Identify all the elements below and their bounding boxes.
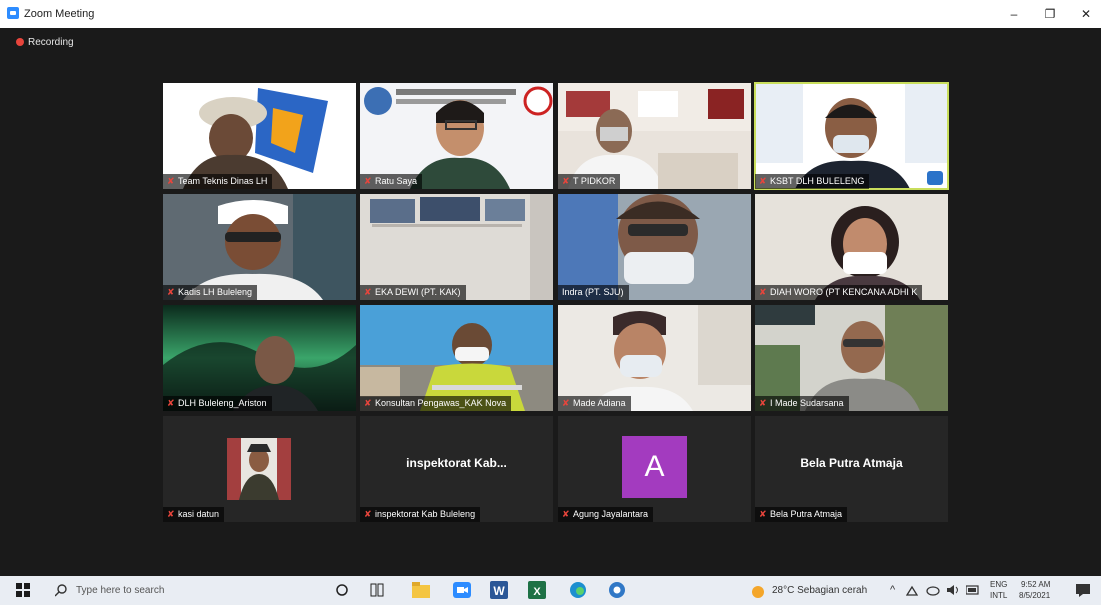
mic-muted-icon: ✘: [167, 176, 175, 186]
participant-name-label: ✘ Bela Putra Atmaja: [755, 507, 848, 522]
zoom-app-icon: [7, 7, 19, 19]
mic-muted-icon: ✘: [167, 509, 175, 519]
windows-start-icon[interactable]: [16, 583, 30, 602]
minimize-button[interactable]: –: [1003, 4, 1025, 24]
task-view-icon[interactable]: [370, 583, 384, 602]
mic-muted-icon: ✘: [364, 398, 372, 408]
participant-display-name: inspektorat Kab...: [406, 456, 507, 470]
clock-date[interactable]: 8/5/2021: [1019, 591, 1050, 600]
participant-tile[interactable]: ✘ Team Teknis Dinas LH: [163, 83, 356, 189]
participant-name-label: ✘ KSBT DLH BULELENG: [755, 174, 870, 189]
participant-initial-avatar: A: [622, 436, 687, 498]
participant-name-label: ✘ Kadis LH Buleleng: [163, 285, 258, 300]
participant-name-label: ✘ Agung Jayalantara: [558, 507, 654, 522]
restore-button[interactable]: ❐: [1039, 4, 1061, 24]
svg-text:W: W: [493, 584, 505, 598]
edge-icon[interactable]: [569, 581, 587, 600]
participant-tile[interactable]: ✘ Kadis LH Buleleng: [163, 194, 356, 300]
participant-name-label: ✘ inspektorat Kab Buleleng: [360, 507, 481, 522]
network-icon[interactable]: [906, 584, 918, 603]
mic-muted-icon: ✘: [759, 398, 767, 408]
participant-tile[interactable]: ✘ Konsultan Pengawas_KAK Nova: [360, 305, 553, 411]
participant-tile[interactable]: ✘ Made Adiana: [558, 305, 751, 411]
taskbar-search-box[interactable]: Type here to search: [76, 585, 164, 596]
mic-muted-icon: ✘: [759, 509, 767, 519]
chrome-icon[interactable]: [608, 581, 626, 600]
profile-picture: [227, 438, 291, 500]
mic-muted-icon: ✘: [759, 176, 767, 186]
participant-tile[interactable]: ✘ DLH Buleleng_Ariston: [163, 305, 356, 411]
volume-icon[interactable]: [946, 584, 960, 603]
record-dot-icon: [16, 38, 24, 46]
mic-muted-icon: ✘: [167, 398, 175, 408]
show-hidden-icons-chevron-icon[interactable]: ^: [890, 584, 895, 596]
recording-indicator: Recording: [16, 37, 74, 48]
participant-tile[interactable]: Bela Putra Atmaja ✘ Bela Putra Atmaja: [755, 416, 948, 522]
participant-tile[interactable]: ✘ Ratu Saya: [360, 83, 553, 189]
file-explorer-icon[interactable]: [412, 582, 430, 601]
svg-text:X: X: [533, 586, 541, 598]
mic-muted-icon: ✘: [364, 509, 372, 519]
zoom-taskbar-icon[interactable]: [453, 582, 471, 601]
cloud-icon[interactable]: [926, 584, 940, 603]
participant-tile[interactable]: ✘ DIAH WORO (PT KENCANA ADHI K: [755, 194, 948, 300]
participant-name-label: ✘ T PIDKOR: [558, 174, 621, 189]
close-button[interactable]: ✕: [1075, 4, 1097, 24]
participant-tile[interactable]: Indra (PT. SJU): [558, 194, 751, 300]
weather-icon: [752, 586, 764, 598]
participant-name-label: ✘ Konsultan Pengawas_KAK Nova: [360, 396, 512, 411]
notifications-icon[interactable]: [1075, 583, 1091, 602]
participant-tile[interactable]: inspektorat Kab... ✘ inspektorat Kab Bule…: [360, 416, 553, 522]
participant-name-label: ✘ EKA DEWI (PT. KAK): [360, 285, 466, 300]
mic-muted-icon: ✘: [562, 509, 570, 519]
mic-muted-icon: ✘: [759, 287, 767, 297]
clock-time[interactable]: 9:52 AM: [1021, 580, 1050, 589]
mic-muted-icon: ✘: [562, 176, 570, 186]
participant-name-label: ✘ DLH Buleleng_Ariston: [163, 396, 272, 411]
recording-label: Recording: [28, 37, 74, 48]
participant-tile[interactable]: ✘ I Made Sudarsana: [755, 305, 948, 411]
participant-name-label: ✘ Ratu Saya: [360, 174, 423, 189]
windows-taskbar: Type here to search W X 28°C Sebagian ce…: [0, 576, 1101, 605]
cortana-icon[interactable]: [336, 584, 348, 603]
input-language-bottom[interactable]: INTL: [990, 591, 1007, 600]
mic-muted-icon: ✘: [364, 176, 372, 186]
participant-tile[interactable]: ✘ EKA DEWI (PT. KAK): [360, 194, 553, 300]
input-language-top[interactable]: ENG: [990, 580, 1007, 589]
participant-name-label: ✘ DIAH WORO (PT KENCANA ADHI K: [755, 285, 923, 300]
mic-muted-icon: ✘: [562, 398, 570, 408]
mic-muted-icon: ✘: [364, 287, 372, 297]
window-title: Zoom Meeting: [24, 8, 95, 20]
video-gallery: Recording ✘ Team Teknis Dinas LH ✘ Ratu Sa…: [0, 28, 1101, 576]
participant-tile[interactable]: ✘ kasi datun: [163, 416, 356, 522]
search-icon: [55, 584, 67, 597]
participant-name-label: ✘ Made Adiana: [558, 396, 631, 411]
participant-tile-active-speaker[interactable]: ✘ KSBT DLH BULELENG: [754, 82, 949, 190]
participant-name-label: ✘ kasi datun: [163, 507, 225, 522]
participant-name-label: ✘ Team Teknis Dinas LH: [163, 174, 273, 189]
weather-text[interactable]: 28°C Sebagian cerah: [772, 585, 867, 596]
excel-icon[interactable]: X: [528, 581, 546, 600]
participant-name-label: ✘ I Made Sudarsana: [755, 396, 849, 411]
participant-tile[interactable]: ✘ T PIDKOR: [558, 83, 751, 189]
participant-tile[interactable]: A ✘ Agung Jayalantara: [558, 416, 751, 522]
mic-muted-icon: ✘: [167, 287, 175, 297]
window-titlebar: Zoom Meeting – ❐ ✕: [0, 0, 1101, 28]
participant-name-label: Indra (PT. SJU): [558, 285, 629, 300]
word-icon[interactable]: W: [490, 581, 508, 600]
battery-icon[interactable]: [966, 585, 980, 604]
participant-display-name: Bela Putra Atmaja: [800, 456, 903, 470]
